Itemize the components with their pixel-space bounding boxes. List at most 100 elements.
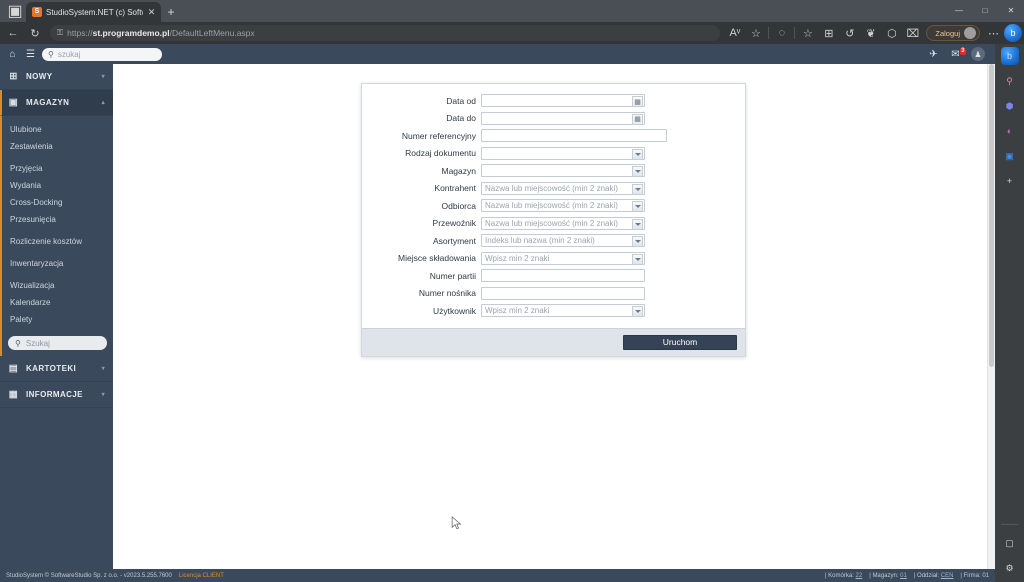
form-row-contractor: Kontrahent Nazwa lub miejscowość (min 2 …: [362, 181, 745, 195]
calendar-icon[interactable]: ▦: [632, 113, 643, 125]
chevron-down-icon: ▾: [101, 392, 105, 398]
chevron-down-icon[interactable]: [632, 236, 643, 247]
shopping-icon[interactable]: ⬢: [1001, 97, 1019, 115]
copilot-icon[interactable]: b: [1000, 47, 1019, 65]
sidebar-item-zestawienia[interactable]: Zestawienia: [2, 138, 113, 155]
reload-icon[interactable]: ↻: [24, 23, 46, 43]
sidebar-item-cross-docking[interactable]: Cross-Docking: [2, 194, 113, 211]
chevron-down-icon[interactable]: [632, 201, 643, 212]
app-top-bar-actions: ✈ ✉ 3 ♟: [927, 47, 989, 61]
add-sidebar-app-icon[interactable]: +: [1001, 172, 1019, 190]
sidebar-item-rozliczenie-kosztow[interactable]: Rozliczenie kosztów: [2, 233, 113, 250]
history-icon[interactable]: ↺: [839, 23, 860, 43]
tab-strip: ▣ S StudioSystem.NET (c) SoftwareSt ✕ + …: [0, 0, 1024, 22]
favorite-star-icon[interactable]: ☆: [745, 23, 766, 43]
scrollbar-thumb[interactable]: [989, 64, 994, 367]
sidebar-search-input[interactable]: ⚲ Szukaj: [8, 336, 107, 350]
select-contractor[interactable]: Nazwa lub miejscowość (min 2 znaki): [481, 181, 645, 195]
sidebar-group-informacje[interactable]: ▦ INFORMACJE ▾: [0, 382, 113, 408]
select-warehouse[interactable]: [481, 164, 645, 177]
sidebar-group-nowy[interactable]: ⊞ NOWY ▾: [0, 64, 113, 90]
page-scrollbar[interactable]: [987, 64, 995, 569]
control-document-type: [481, 146, 745, 160]
tab-close-icon[interactable]: ✕: [147, 7, 156, 18]
grid-plus-icon: ⊞: [9, 71, 18, 82]
sidebar-group-kartoteki[interactable]: ▤ KARTOTEKI ▾: [0, 356, 113, 382]
status-branch-value[interactable]: CEN: [941, 573, 954, 579]
calendar-icon[interactable]: ▦: [632, 96, 643, 107]
label-date-to: Data do: [446, 113, 476, 123]
page-viewport: ⌂ ☰ ⚲ szukaj ✈ ✉ 3 ♟ ⊞ NOWY ▾ ▣ MAGAZYN …: [0, 44, 1024, 582]
more-options-icon[interactable]: ⋯: [983, 23, 1004, 43]
chevron-down-icon[interactable]: [632, 148, 643, 160]
chevron-down-icon[interactable]: [632, 253, 643, 265]
chevron-down-icon[interactable]: [632, 183, 643, 195]
input-date-to[interactable]: ▦: [481, 111, 645, 125]
input-date-from[interactable]: ▦: [481, 94, 645, 107]
menu-toggle-icon[interactable]: ☰: [24, 49, 37, 60]
extensions-icon[interactable]: ⬡: [881, 23, 902, 43]
select-storage-location[interactable]: Wpisz min 2 znaki: [481, 251, 645, 265]
sidebar-item-wydania[interactable]: Wydania: [2, 177, 113, 194]
sidebar-item-kalendarze[interactable]: Kalendarze: [2, 294, 113, 311]
status-cell-value[interactable]: 22: [856, 573, 863, 579]
home-icon[interactable]: ⌂: [6, 49, 19, 60]
address-bar[interactable]: ⚿ https://st.programdemo.pl/DefaultLeftM…: [50, 25, 721, 41]
user-avatar-icon[interactable]: ♟: [971, 47, 985, 61]
games-icon[interactable]: ◐: [1001, 122, 1019, 140]
split-screen-icon[interactable]: ⌧: [902, 23, 923, 43]
control-warehouse: [481, 164, 745, 177]
license-text[interactable]: Licencja CLIENT: [179, 573, 224, 579]
browser-essentials-icon[interactable]: ❦: [860, 23, 881, 43]
send-plane-icon[interactable]: ✈: [927, 49, 940, 60]
select-assortment[interactable]: Indeks lub nazwa (min 2 znaki): [481, 234, 645, 247]
status-warehouse-value[interactable]: 01: [900, 573, 907, 579]
new-tab-button[interactable]: +: [161, 2, 181, 22]
favorites-add-icon[interactable]: ☆: [797, 23, 818, 43]
minimize-button[interactable]: —: [946, 0, 972, 20]
global-search-input[interactable]: ⚲ szukaj: [42, 47, 162, 61]
chevron-down-icon[interactable]: [632, 306, 643, 317]
read-aloud-icon[interactable]: Aᵛ: [724, 23, 745, 43]
form-row-document-type: Rodzaj dokumentu: [362, 146, 745, 160]
url-host: st.programdemo.pl: [92, 28, 170, 38]
mail-icon-wrapper[interactable]: ✉ 3: [949, 47, 966, 60]
select-carrier[interactable]: Nazwa lub miejscowość (min 2 znaki): [481, 216, 645, 230]
sidebar-item-inwentaryzacja[interactable]: Inwentaryzacja: [2, 255, 113, 272]
collections-icon[interactable]: ⊞: [818, 23, 839, 43]
tab-list-icon[interactable]: ▣: [4, 2, 26, 20]
select-recipient[interactable]: Nazwa lub miejscowość (min 2 znaki): [481, 199, 645, 212]
maximize-button[interactable]: □: [972, 0, 998, 20]
url-path: /DefaultLeftMenu.aspx: [169, 28, 255, 38]
sidebar-settings-icon[interactable]: ⚙: [1001, 559, 1019, 577]
input-batch-number[interactable]: [481, 269, 645, 282]
mouse-cursor: [451, 516, 462, 530]
outlook-icon[interactable]: ▣: [1001, 147, 1019, 165]
history-circle-icon[interactable]: ◌: [771, 23, 792, 43]
run-button[interactable]: Uruchom: [623, 334, 737, 350]
search-icon[interactable]: ⚲: [1001, 72, 1019, 90]
sidebar-item-palety[interactable]: Palety: [2, 311, 113, 328]
chevron-down-icon[interactable]: [632, 218, 643, 230]
close-window-button[interactable]: ✕: [998, 0, 1024, 20]
sidebar-item-ulubione[interactable]: Ulubione: [2, 121, 113, 138]
input-carrier-number[interactable]: [481, 286, 645, 300]
sidebar-item-przesuniecia[interactable]: Przesunięcia: [2, 211, 113, 228]
control-date-from: ▦: [481, 94, 745, 107]
select-document-type[interactable]: [481, 146, 645, 160]
select-user[interactable]: Wpisz min 2 znaki: [481, 304, 645, 317]
sidebar-item-wizualizacja[interactable]: Wizualizacja: [2, 277, 113, 294]
tab-favicon: S: [32, 7, 42, 17]
sidebar-group-magazyn[interactable]: ▣ MAGAZYN ▴: [0, 90, 113, 116]
back-icon[interactable]: ←: [2, 23, 24, 43]
browser-tab[interactable]: S StudioSystem.NET (c) SoftwareSt ✕: [26, 2, 161, 22]
copilot-icon[interactable]: b: [1004, 24, 1022, 42]
chevron-down-icon[interactable]: [632, 166, 643, 177]
input-reference-number[interactable]: [481, 129, 667, 142]
browser-essentials-icon[interactable]: ▢: [1001, 534, 1019, 552]
control-date-to: ▦: [481, 111, 745, 125]
sidebar-item-przyjecia[interactable]: Przyjęcia: [2, 160, 113, 177]
form-row-recipient: Odbiorca Nazwa lub miejscowość (min 2 zn…: [362, 199, 745, 212]
chevron-down-icon: ▾: [101, 366, 105, 372]
sign-in-button[interactable]: Zaloguj: [926, 25, 980, 41]
